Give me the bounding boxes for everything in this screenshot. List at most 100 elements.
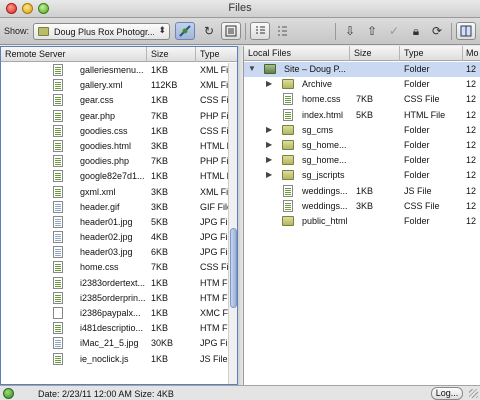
local-folder-row[interactable]: ▼ Site – Doug P... Folder 12 bbox=[244, 62, 480, 78]
remote-file-row[interactable]: header02.jpg 4KB JPG File bbox=[1, 230, 237, 245]
remote-scroll-thumb[interactable] bbox=[230, 228, 237, 308]
remote-file-row[interactable]: header03.jpg 6KB JPG File bbox=[1, 245, 237, 260]
expand-view-button[interactable] bbox=[250, 22, 270, 40]
css-file-icon bbox=[53, 94, 63, 107]
remote-file-size: 5KB bbox=[151, 216, 169, 227]
remote-file-row[interactable]: i2385orderprin... 1KB HTM File bbox=[1, 291, 237, 306]
local-file-row[interactable]: index.html 5KB HTML File 12 bbox=[244, 108, 480, 123]
htm-file-icon bbox=[53, 291, 63, 304]
local-folder-row[interactable]: ▶ sg_cms Folder 12 bbox=[244, 123, 480, 138]
xml-file-icon bbox=[53, 185, 63, 198]
local-item-type: JS File bbox=[404, 185, 432, 196]
expand-panel-button[interactable] bbox=[456, 22, 476, 40]
toolbar: Show: Doug Plus Rox Photogr... ⬍ ↻ ⇩ ⇧ ✓… bbox=[0, 18, 480, 45]
collapsed-triangle-icon[interactable]: ▶ bbox=[266, 140, 272, 149]
remote-file-row[interactable]: header.gif 3KB GIF File bbox=[1, 200, 237, 215]
remote-vertical-scrollbar[interactable] bbox=[228, 63, 237, 384]
local-column-modified[interactable]: Mo bbox=[466, 48, 479, 58]
local-file-row[interactable]: weddings... 1KB JS File 12 bbox=[244, 184, 480, 199]
connect-button[interactable] bbox=[175, 22, 195, 40]
remote-server-pane[interactable]: Remote Server Size Type galleriesmenu...… bbox=[0, 46, 238, 385]
blank-file-icon bbox=[53, 307, 63, 319]
remote-file-row[interactable]: goodies.php 7KB PHP File bbox=[1, 154, 237, 169]
collapsed-triangle-icon[interactable]: ▶ bbox=[266, 79, 272, 88]
collapsed-triangle-icon[interactable]: ▶ bbox=[266, 125, 272, 134]
window-title: Files bbox=[228, 2, 252, 14]
local-folder-row[interactable]: ▶ Archive Folder 12 bbox=[244, 77, 480, 92]
remote-file-row[interactable]: i2386paypalx... 1KB XMC File bbox=[1, 306, 237, 321]
check-out-button[interactable]: ✓ bbox=[384, 22, 404, 40]
local-column-type[interactable]: Type bbox=[404, 48, 424, 58]
local-item-name: sg_cms bbox=[302, 124, 334, 135]
remote-file-name: ie_noclick.js bbox=[80, 353, 129, 364]
log-button[interactable]: Log... bbox=[431, 387, 463, 400]
local-item-type: Folder bbox=[404, 64, 430, 74]
remote-file-row[interactable]: google82e7d1... 1KB HTML File bbox=[1, 169, 237, 184]
css-file-icon bbox=[53, 124, 63, 137]
remote-file-row[interactable]: gear.php 7KB PHP File bbox=[1, 109, 237, 124]
remote-file-row[interactable]: gallery.xml 112KB XML File bbox=[1, 78, 237, 93]
local-column-size[interactable]: Size bbox=[354, 48, 372, 58]
check-out-icon: ✓ bbox=[388, 24, 400, 38]
remote-file-row[interactable]: header01.jpg 5KB JPG File bbox=[1, 215, 237, 230]
local-folder-row[interactable]: ▶ sg_home... Folder 12 bbox=[244, 153, 480, 168]
remote-column-type[interactable]: Type bbox=[200, 49, 220, 59]
collapsed-triangle-icon[interactable]: ▶ bbox=[266, 170, 272, 179]
view-options-button[interactable] bbox=[221, 22, 241, 40]
remote-column-size[interactable]: Size bbox=[151, 49, 169, 59]
put-button[interactable]: ⇧ bbox=[362, 22, 382, 40]
local-file-tree: ▼ Site – Doug P... Folder 12 ▶ Archive Folder 1… bbox=[244, 62, 480, 229]
local-item-modified: 12 bbox=[466, 215, 477, 226]
remote-file-row[interactable]: i481descriptio... 1KB HTM File bbox=[1, 321, 237, 336]
remote-file-name: gear.css bbox=[80, 95, 114, 106]
remote-file-size: 1KB bbox=[151, 95, 169, 106]
local-item-name: index.html bbox=[302, 109, 344, 120]
globe-icon bbox=[3, 388, 14, 399]
local-folder-row[interactable]: ▶ sg_home... Folder 12 bbox=[244, 138, 480, 153]
remote-file-row[interactable]: galleriesmenu... 1KB XML File bbox=[1, 63, 237, 78]
remote-file-size: 3KB bbox=[151, 140, 169, 151]
collapsed-triangle-icon[interactable]: ▶ bbox=[266, 155, 272, 164]
local-folder-row[interactable]: public_html Folder 12 bbox=[244, 214, 480, 229]
remote-file-row[interactable]: home.css 7KB CSS File bbox=[1, 260, 237, 275]
local-file-row[interactable]: home.css 7KB CSS File 12 bbox=[244, 92, 480, 107]
site-select[interactable]: Doug Plus Rox Photogr... ⬍ bbox=[33, 23, 170, 40]
jpg-file-icon bbox=[53, 231, 63, 244]
file-icon bbox=[283, 108, 293, 121]
site-select-value: Doug Plus Rox Photogr... bbox=[54, 27, 154, 37]
remote-file-row[interactable]: goodies.css 1KB CSS File bbox=[1, 124, 237, 139]
local-item-name: sg_home... bbox=[302, 155, 347, 166]
synchronize-button[interactable]: ⟳ bbox=[427, 22, 447, 40]
collapse-icon bbox=[278, 26, 287, 36]
remote-file-row[interactable]: iMac_21_5.jpg 30KB JPG File bbox=[1, 336, 237, 351]
remote-file-size: 1KB bbox=[151, 277, 169, 288]
get-button[interactable]: ⇩ bbox=[340, 22, 360, 40]
local-item-size: 7KB bbox=[356, 94, 374, 105]
remote-file-row[interactable]: ie_noclick.js 1KB JS File bbox=[1, 352, 237, 367]
local-folder-row[interactable]: ▶ sg_jscripts Folder 12 bbox=[244, 168, 480, 183]
remote-column-name[interactable]: Remote Server bbox=[5, 49, 66, 59]
local-column-name[interactable]: Local Files bbox=[248, 48, 291, 58]
remote-file-row[interactable]: goodies.html 3KB HTML File bbox=[1, 139, 237, 154]
remote-file-row[interactable]: gxml.xml 3KB XML File bbox=[1, 185, 237, 200]
refresh-button[interactable]: ↻ bbox=[199, 22, 219, 40]
jpg-file-icon bbox=[53, 337, 63, 350]
remote-file-name: header02.jpg bbox=[80, 232, 133, 243]
remote-file-size: 1KB bbox=[151, 353, 169, 364]
remote-file-row[interactable]: gear.css 1KB CSS File bbox=[1, 93, 237, 108]
expanded-triangle-icon[interactable]: ▼ bbox=[248, 64, 256, 73]
remote-file-row[interactable]: i2383ordertext... 1KB HTM File bbox=[1, 276, 237, 291]
local-file-row[interactable]: weddings... 3KB CSS File 12 bbox=[244, 199, 480, 214]
check-in-button[interactable]: 🔒︎ bbox=[406, 22, 426, 40]
collapse-view-button[interactable] bbox=[272, 22, 292, 40]
local-item-name: Site – Doug P... bbox=[284, 64, 346, 74]
folder-icon bbox=[282, 155, 294, 166]
html-file-icon bbox=[53, 170, 63, 183]
local-files-pane[interactable]: Local Files Size Type Mo ▼ Site – Doug P.… bbox=[243, 46, 480, 385]
jpg-file-icon bbox=[53, 215, 63, 228]
local-item-modified: 12 bbox=[466, 170, 477, 181]
remote-file-name: goodies.html bbox=[80, 140, 132, 151]
view-options-icon bbox=[225, 25, 237, 37]
resize-grip-icon[interactable] bbox=[469, 389, 478, 398]
local-item-modified: 12 bbox=[466, 200, 477, 211]
